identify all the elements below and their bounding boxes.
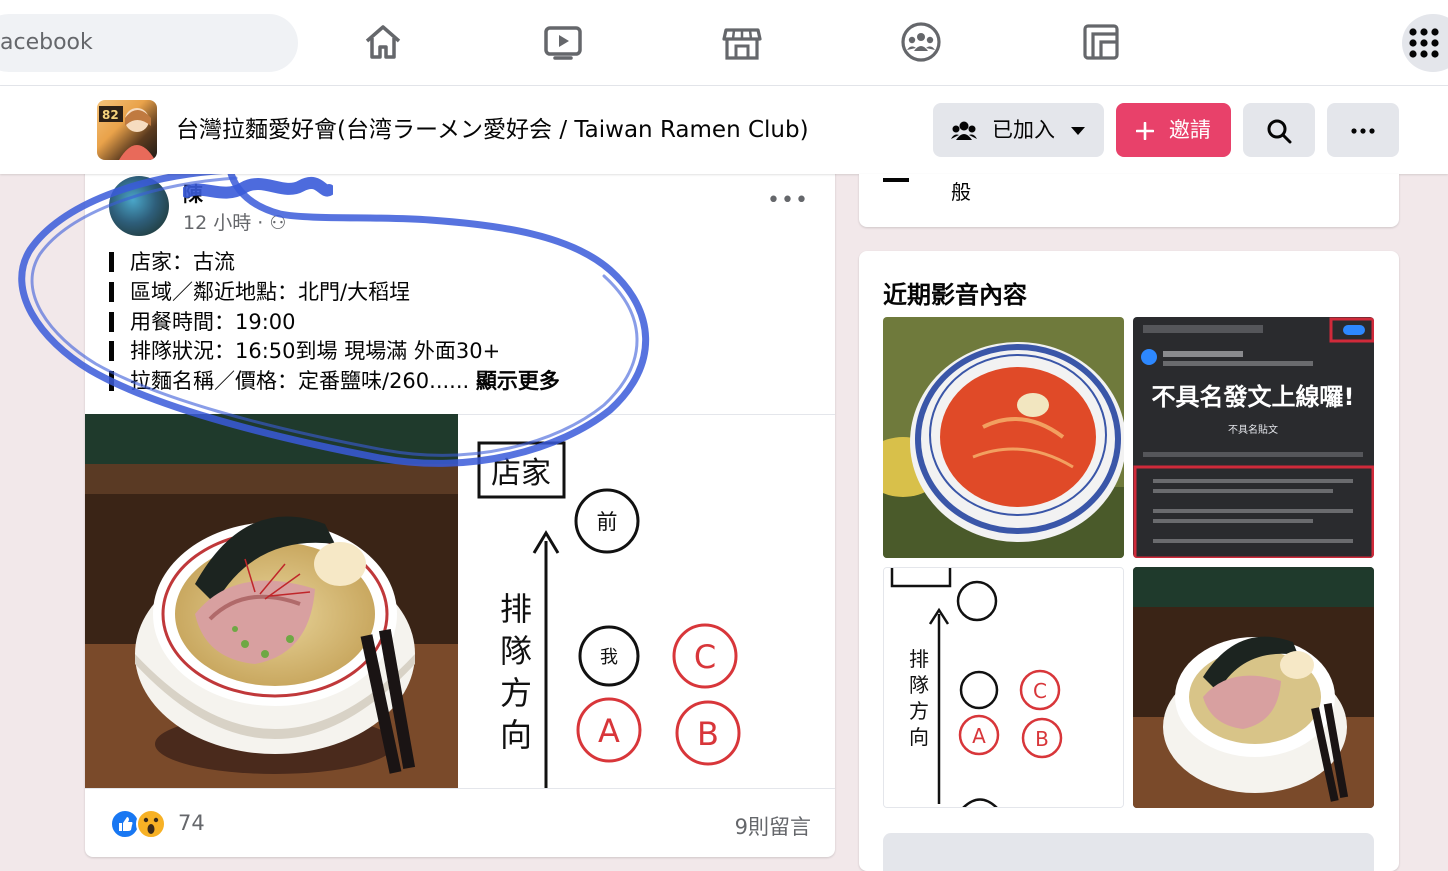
post-line-area: 區域／鄰近地點：北門/大稻埕 bbox=[109, 278, 809, 308]
search-icon bbox=[1267, 119, 1292, 144]
reactions-icons[interactable] bbox=[109, 808, 169, 840]
svg-text:B: B bbox=[1035, 727, 1049, 751]
svg-text:隊: 隊 bbox=[909, 673, 929, 697]
diagram-a-label: A bbox=[598, 712, 620, 750]
info-icon bbox=[883, 178, 909, 182]
post-text: 店家：古流 區域／鄰近地點：北門/大稻埕 用餐時間：19:00 排隊狀況：16:… bbox=[109, 248, 809, 397]
joined-button[interactable]: 已加入 bbox=[933, 103, 1104, 157]
plus-icon bbox=[1135, 121, 1155, 141]
media-thumb-1[interactable] bbox=[883, 317, 1124, 558]
post-line-queue: 排隊狀況：16:50到場 現場滿 外面30+ bbox=[109, 337, 809, 367]
name-scribble bbox=[183, 176, 333, 199]
diagram-b-label: B bbox=[697, 715, 719, 753]
group-post: 陳 12 小時 · ⚇ ••• 店家：古流 區域／鄰近地點：北門/大稻埕 用餐時… bbox=[85, 160, 835, 857]
media-footer-bar bbox=[883, 833, 1374, 871]
diagram-direction-2: 隊 bbox=[500, 632, 532, 670]
media-thumb-4[interactable] bbox=[1133, 567, 1374, 808]
home-icon[interactable] bbox=[361, 20, 405, 64]
post-line-time: 用餐時間：19:00 bbox=[109, 308, 809, 338]
group-privacy-icon: ⚇ bbox=[269, 212, 287, 234]
members-icon bbox=[951, 121, 978, 140]
post-footer: 74 9則留言 bbox=[85, 788, 835, 857]
svg-text:向: 向 bbox=[909, 725, 929, 749]
watch-icon[interactable] bbox=[541, 20, 585, 64]
diagram-direction-3: 方 bbox=[500, 674, 532, 712]
groups-icon[interactable] bbox=[899, 20, 943, 64]
post-line-ramen: 拉麵名稱／價格：定番鹽味/260...... 顯示更多 bbox=[109, 367, 809, 397]
reaction-count[interactable]: 74 bbox=[178, 811, 205, 835]
diagram-front-label: 前 bbox=[597, 510, 618, 534]
diagram-direction-4: 向 bbox=[500, 716, 532, 754]
recent-media-title: 近期影音內容 bbox=[883, 281, 1027, 309]
svg-text:C: C bbox=[1033, 679, 1047, 703]
recent-media-card: 近期影音內容 不具名發文上線囉! 不具名貼文 排 隊 方 向 C A B bbox=[859, 251, 1399, 871]
diagram-me-label: 我 bbox=[600, 647, 618, 668]
media-thumb-3[interactable]: 排隊方向 C A B bbox=[883, 567, 1124, 808]
menu-grid-icon[interactable] bbox=[1402, 14, 1448, 72]
group-search-button[interactable] bbox=[1243, 103, 1315, 157]
comment-count[interactable]: 9則留言 bbox=[735, 811, 811, 841]
thumb-banner-text: 不具名發文上線囉! bbox=[1152, 383, 1355, 411]
queue-diagram[interactable]: 店家 前 排 隊 方 向 我 C A B bbox=[458, 414, 835, 789]
about-card-text: 般 bbox=[951, 180, 971, 204]
group-title[interactable]: 台灣拉麵愛好會(台湾ラーメン愛好会 / Taiwan Ramen Club) bbox=[176, 114, 809, 146]
chevron-down-icon bbox=[1070, 127, 1085, 135]
media-thumb-2[interactable]: 不具名發文上線囉! 不具名貼文 bbox=[1133, 317, 1374, 558]
group-header: 82 台灣拉麵愛好會(台湾ラーメン愛好会 / Taiwan Ramen Club… bbox=[0, 86, 1448, 174]
about-card: 般 bbox=[859, 174, 1399, 227]
post-line-store: 店家：古流 bbox=[109, 248, 809, 278]
thumb-banner-subtext: 不具名貼文 bbox=[1228, 423, 1278, 436]
diagram-c-label: C bbox=[694, 638, 716, 676]
svg-text:排: 排 bbox=[909, 647, 929, 671]
invite-button[interactable]: 邀請 bbox=[1116, 103, 1231, 157]
see-more-link[interactable]: 顯示更多 bbox=[476, 369, 560, 393]
diagram-store-label: 店家 bbox=[491, 456, 551, 491]
post-options-button[interactable]: ••• bbox=[767, 188, 809, 213]
search-input[interactable]: acebook bbox=[0, 14, 298, 72]
more-dots-icon bbox=[1351, 128, 1375, 134]
marketplace-icon[interactable] bbox=[720, 20, 764, 64]
svg-text:A: A bbox=[972, 724, 986, 748]
post-time[interactable]: 12 小時 · ⚇ bbox=[183, 208, 286, 235]
gaming-icon[interactable] bbox=[1079, 20, 1123, 64]
top-navigation: acebook bbox=[0, 0, 1448, 86]
ramen-photo[interactable] bbox=[85, 414, 458, 788]
group-logo-text: 82 bbox=[102, 108, 119, 122]
more-options-button[interactable] bbox=[1327, 103, 1399, 157]
author-avatar[interactable] bbox=[109, 176, 169, 236]
group-avatar[interactable]: 82 bbox=[97, 100, 157, 160]
diagram-direction-1: 排 bbox=[500, 590, 532, 628]
svg-text:方: 方 bbox=[909, 699, 929, 723]
